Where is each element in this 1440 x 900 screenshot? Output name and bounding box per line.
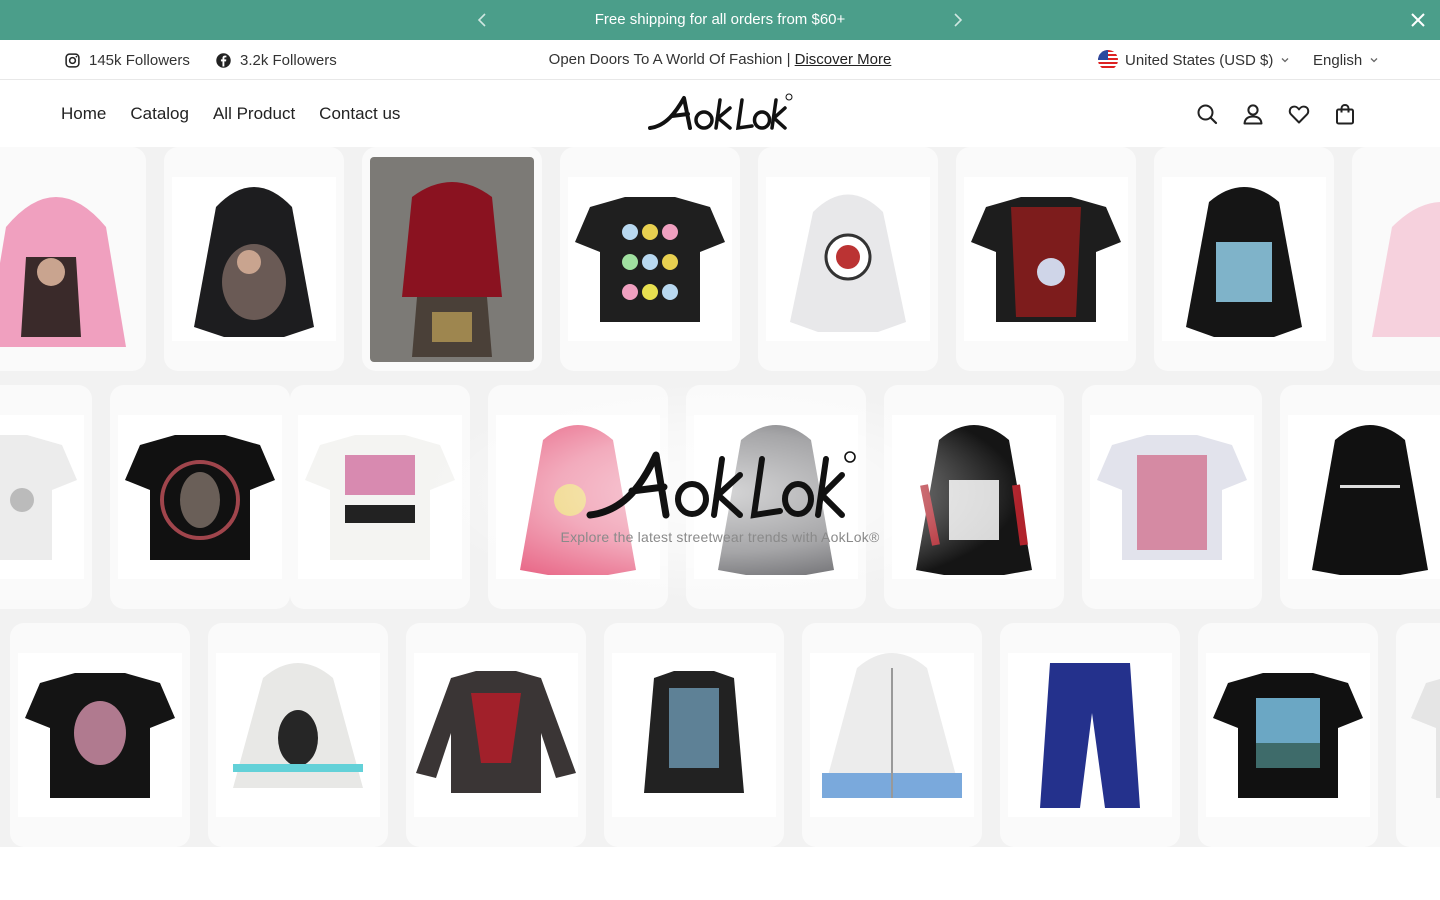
product-card[interactable] bbox=[884, 385, 1064, 609]
instagram-icon bbox=[65, 52, 80, 68]
product-card[interactable] bbox=[290, 385, 470, 609]
white-tee-image bbox=[1411, 679, 1440, 798]
black-tee-skulls-image bbox=[575, 197, 725, 322]
site-header: Home Catalog All Product Contact us bbox=[0, 80, 1440, 147]
hero-collage: Explore the latest streetwear trends wit… bbox=[0, 147, 1440, 847]
black-hoodie-blue-print-image bbox=[1186, 187, 1302, 337]
facebook-icon bbox=[216, 52, 231, 68]
product-card[interactable] bbox=[758, 147, 938, 371]
product-card[interactable] bbox=[110, 385, 290, 609]
product-card[interactable] bbox=[10, 623, 190, 847]
chevron-down-icon bbox=[1370, 58, 1378, 63]
pink-hoodie-image bbox=[0, 197, 126, 347]
product-card[interactable] bbox=[560, 147, 740, 371]
discover-more-link[interactable]: Discover More bbox=[795, 51, 892, 68]
white-tee-pink-graphic-image bbox=[305, 435, 455, 560]
instagram-link[interactable]: 145k Followers bbox=[64, 40, 190, 80]
nav-home[interactable]: Home bbox=[61, 104, 106, 124]
product-card[interactable] bbox=[1198, 623, 1378, 847]
product-card[interactable] bbox=[604, 623, 784, 847]
language-label: English bbox=[1313, 51, 1363, 69]
product-card[interactable] bbox=[1082, 385, 1262, 609]
black-sweatshirt-glitch-image bbox=[644, 671, 744, 793]
white-hoodie-image bbox=[790, 194, 906, 332]
country-label: United States (USD $) bbox=[1125, 51, 1274, 69]
black-hoodie-image bbox=[194, 187, 314, 337]
language-selector[interactable]: English bbox=[1313, 40, 1379, 80]
black-tee-portrait-image bbox=[25, 673, 175, 798]
black-tee-red-print-image bbox=[971, 197, 1121, 322]
search-icon[interactable] bbox=[1196, 103, 1218, 125]
black-tee-portrait-image bbox=[125, 435, 275, 560]
cart-bag-icon[interactable] bbox=[1334, 103, 1356, 125]
utility-bar: 145k Followers 3.2k Followers Open Doors… bbox=[0, 40, 1440, 80]
product-card[interactable] bbox=[802, 623, 982, 847]
white-tee-eyes-image bbox=[1097, 435, 1247, 560]
account-icon[interactable] bbox=[1242, 103, 1264, 125]
white-zip-hoodie-image bbox=[822, 653, 962, 798]
brand-logo[interactable] bbox=[646, 92, 794, 134]
product-card[interactable] bbox=[1000, 623, 1180, 847]
product-card[interactable] bbox=[956, 147, 1136, 371]
product-card[interactable] bbox=[1154, 147, 1334, 371]
pink-hoodie-image bbox=[1372, 202, 1440, 337]
nav-contact-us[interactable]: Contact us bbox=[319, 104, 400, 124]
nav-catalog[interactable]: Catalog bbox=[130, 104, 189, 124]
close-icon[interactable] bbox=[1408, 10, 1428, 30]
chevron-right-icon[interactable] bbox=[947, 10, 967, 30]
red-long-sleeve-image bbox=[416, 671, 576, 793]
black-hoodie-red-print-image bbox=[916, 425, 1032, 575]
facebook-followers: 3.2k Followers bbox=[240, 51, 337, 69]
header-icons bbox=[1196, 80, 1356, 147]
announcement-text: Free shipping for all orders from $60+ bbox=[594, 11, 846, 28]
product-card[interactable] bbox=[1396, 623, 1440, 847]
product-card[interactable] bbox=[1280, 385, 1440, 609]
white-hoodie-face-image bbox=[233, 663, 363, 788]
hero-tagline: Explore the latest streetwear trends wit… bbox=[560, 529, 880, 545]
product-card[interactable] bbox=[406, 623, 586, 847]
hero-brand-logo bbox=[586, 451, 856, 519]
red-hoodie-photo-image bbox=[370, 157, 534, 362]
product-card[interactable] bbox=[1352, 147, 1440, 371]
white-tee-image bbox=[0, 435, 77, 560]
us-flag-icon bbox=[1098, 50, 1118, 70]
country-selector[interactable]: United States (USD $) bbox=[1098, 40, 1290, 80]
instagram-followers: 145k Followers bbox=[89, 51, 190, 69]
product-card[interactable] bbox=[164, 147, 344, 371]
main-nav: Home Catalog All Product Contact us bbox=[61, 80, 400, 147]
chevron-down-icon bbox=[1281, 58, 1289, 63]
wishlist-heart-icon[interactable] bbox=[1288, 103, 1310, 125]
product-card[interactable] bbox=[0, 385, 92, 609]
product-card[interactable] bbox=[362, 147, 542, 371]
facebook-link[interactable]: 3.2k Followers bbox=[215, 40, 337, 80]
page-below bbox=[0, 847, 1440, 900]
black-tee-landscape-image bbox=[1213, 673, 1363, 798]
announcement-bar: Free shipping for all orders from $60+ bbox=[0, 0, 1440, 40]
product-card[interactable] bbox=[0, 147, 146, 371]
black-hoodie-text-image bbox=[1312, 425, 1428, 575]
blue-jeans-image bbox=[1040, 663, 1140, 808]
product-card[interactable] bbox=[208, 623, 388, 847]
nav-all-product[interactable]: All Product bbox=[213, 104, 295, 124]
promo-text: Open Doors To A World Of Fashion | bbox=[548, 51, 795, 68]
